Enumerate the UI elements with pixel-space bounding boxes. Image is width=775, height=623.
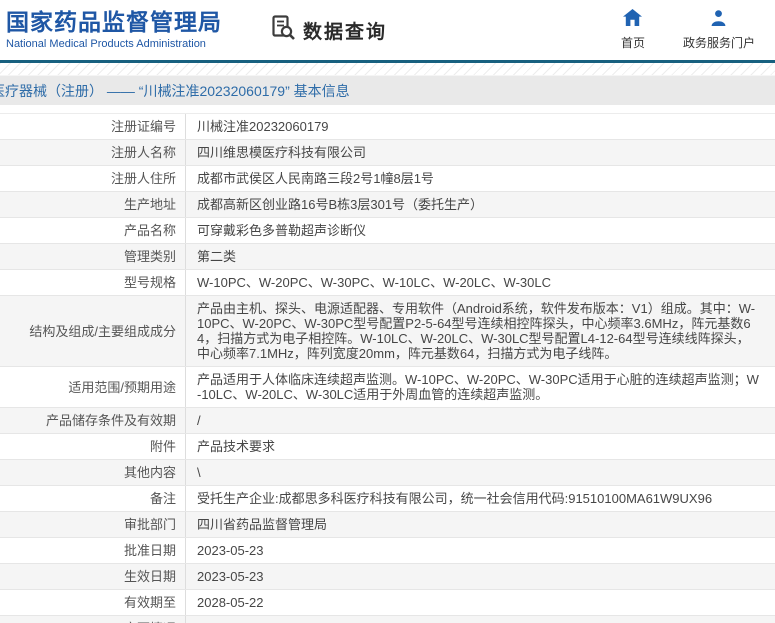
row-label-text: 审批部门 xyxy=(123,517,176,532)
row-label: 型号规格 xyxy=(0,270,186,295)
table-row: 产品储存条件及有效期 / xyxy=(0,408,775,434)
row-label: 其他内容 xyxy=(0,460,186,485)
row-label: 产品名称 xyxy=(0,218,186,243)
table-row: 结构及组成/主要组成成分 产品由主机、探头、电源适配器、专用软件（Android系… xyxy=(0,296,775,367)
row-value: 四川省药品监督管理局 xyxy=(197,517,328,532)
table-row: 型号规格 W-10PC、W-20PC、W-30PC、W-10LC、W-20LC、W… xyxy=(0,270,775,296)
table-row: 有效期至 2028-05-22 xyxy=(0,590,775,616)
user-icon xyxy=(710,9,727,31)
row-value: W-10PC、W-20PC、W-30PC、W-10LC、W-20LC、W-30L… xyxy=(197,275,551,290)
row-label-text: 型号规格 xyxy=(123,275,176,290)
content-area: 注册证编号 川械注准20232060179 注册人名称 四川维思模医疗科技有限公司 注册… xyxy=(0,105,775,623)
row-value: 第二类 xyxy=(197,249,237,264)
row-value: 可穿戴彩色多普勒超声诊断仪 xyxy=(197,223,367,238)
row-value: 2023-05-23 xyxy=(197,569,264,584)
nav-home-label: 首页 xyxy=(620,36,645,50)
table-row: 备注 受托生产企业:成都思多科医疗科技有限公司，统一社会信用代码:91510100… xyxy=(0,486,775,512)
row-value: 成都市武侯区人民南路三段2号1幢8层1号 xyxy=(197,171,434,186)
hatch-strip xyxy=(0,63,775,75)
row-label-text: 备注 xyxy=(149,491,176,506)
logo-title: 国家药品监督管理局 xyxy=(6,9,222,36)
breadcrumb: 医疗器械（注册） —— “川械注准20232060179” 基本信息 xyxy=(0,75,775,105)
page: 国家药品监督管理局 National Medical Products Admi… xyxy=(0,0,775,623)
row-value: 2028-05-22 xyxy=(197,595,264,610)
row-label: 注册证编号 xyxy=(0,114,186,139)
row-label-text: 有效期至 xyxy=(123,595,176,610)
table-row: 注册人名称 四川维思模医疗科技有限公司 xyxy=(0,140,775,166)
row-value: 受托生产企业:成都思多科医疗科技有限公司，统一社会信用代码:91510100MA… xyxy=(197,491,713,506)
table-row: 生产地址 成都高新区创业路16号B栋3层301号（委托生产） xyxy=(0,192,775,218)
logo-subtitle: National Medical Products Administration xyxy=(6,37,206,50)
nav-gov-portal-label: 政务服务门户 xyxy=(682,36,755,50)
table-row: 批准日期 2023-05-23 xyxy=(0,538,775,564)
row-label-text: 适用范围/预期用途 xyxy=(68,379,176,395)
table-row: 附件 产品技术要求 xyxy=(0,434,775,460)
table-row: 审批部门 四川省药品监督管理局 xyxy=(0,512,775,538)
table-row: 注册证编号 川械注准20232060179 xyxy=(0,114,775,140)
row-label: 生产地址 xyxy=(0,192,186,217)
row-label: 附件 xyxy=(0,434,186,459)
row-label: 备注 xyxy=(0,486,186,511)
row-value: 2023-05-23 xyxy=(197,543,264,558)
registration-info-table: 注册证编号 川械注准20232060179 注册人名称 四川维思模医疗科技有限公司 注册… xyxy=(0,113,775,623)
row-label-text: 生效日期 xyxy=(123,569,176,584)
row-label-text: 结构及组成/主要组成成分 xyxy=(29,323,176,339)
data-query-label: 数据查询 xyxy=(303,21,388,43)
row-label-text: 其他内容 xyxy=(123,465,176,480)
table-row: 变更情况 xyxy=(0,616,775,623)
row-label-text: 注册人名称 xyxy=(110,145,176,160)
row-label: 生效日期 xyxy=(0,564,186,589)
row-label: 批准日期 xyxy=(0,538,186,563)
row-label-text: 产品名称 xyxy=(123,223,176,238)
table-row: 其他内容 \ xyxy=(0,460,775,486)
row-label: 管理类别 xyxy=(0,244,186,269)
row-label: 适用范围/预期用途 xyxy=(0,367,186,407)
row-label: 产品储存条件及有效期 xyxy=(0,408,186,433)
row-value: 川械注准20232060179 xyxy=(197,119,329,134)
row-label: 有效期至 xyxy=(0,590,186,615)
table-row: 产品名称 可穿戴彩色多普勒超声诊断仪 xyxy=(0,218,775,244)
site-header: 国家药品监督管理局 National Medical Products Admi… xyxy=(0,0,775,60)
nav-gov-portal[interactable]: 政务服务门户 xyxy=(683,9,755,51)
row-label-text: 注册证编号 xyxy=(110,119,176,134)
row-value: 四川维思模医疗科技有限公司 xyxy=(197,145,367,160)
table-row: 管理类别 第二类 xyxy=(0,244,775,270)
row-value: 成都高新区创业路16号B栋3层301号（委托生产） xyxy=(197,197,484,212)
row-value: 产品技术要求 xyxy=(197,439,276,454)
table-row: 注册人住所 成都市武侯区人民南路三段2号1幢8层1号 xyxy=(0,166,775,192)
row-label-text: 批准日期 xyxy=(123,543,176,558)
top-nav: 首页 政务服务门户 xyxy=(621,9,765,51)
row-label: 注册人住所 xyxy=(0,166,186,191)
table-row: 生效日期 2023-05-23 xyxy=(0,564,775,590)
row-label: 变更情况 xyxy=(0,616,186,623)
row-label-text: 产品储存条件及有效期 xyxy=(45,413,176,428)
row-label-text: 注册人住所 xyxy=(110,171,176,186)
nav-home[interactable]: 首页 xyxy=(621,9,645,51)
data-query-title: 数据查询 xyxy=(270,14,387,46)
row-label: 注册人名称 xyxy=(0,140,186,165)
row-label: 审批部门 xyxy=(0,512,186,537)
row-label: 结构及组成/主要组成成分 xyxy=(0,296,186,366)
table-row: 适用范围/预期用途 产品适用于人体临床连续超声监测。W-10PC、W-20PC、W… xyxy=(0,367,775,408)
nmpa-logo: 国家药品监督管理局 National Medical Products Admi… xyxy=(6,9,222,50)
row-value: 产品适用于人体临床连续超声监测。W-10PC、W-20PC、W-30PC适用于心… xyxy=(197,372,759,402)
home-icon xyxy=(623,9,643,31)
data-query-icon xyxy=(270,14,297,46)
row-value: / xyxy=(197,413,201,428)
row-value: \ xyxy=(197,465,201,480)
row-label-text: 管理类别 xyxy=(123,249,176,264)
row-label-text: 生产地址 xyxy=(123,197,176,212)
row-label-text: 附件 xyxy=(149,439,176,454)
row-value: 产品由主机、探头、电源适配器、专用软件（Android系统，软件发布版本：V1）… xyxy=(197,301,756,361)
